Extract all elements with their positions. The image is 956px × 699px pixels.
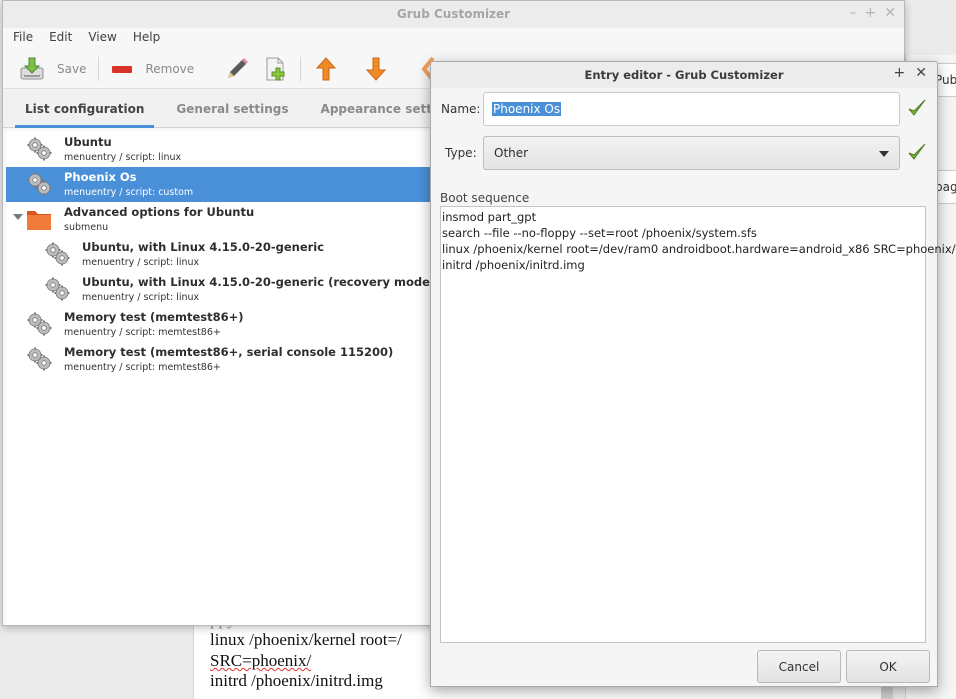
remove-icon bbox=[112, 65, 133, 73]
edit-button[interactable] bbox=[218, 53, 256, 85]
entry-name: Ubuntu bbox=[64, 135, 112, 149]
name-value: Phoenix Os bbox=[492, 102, 562, 116]
menu-edit[interactable]: Edit bbox=[41, 28, 80, 49]
entry-name: Memory test (memtest86+) bbox=[64, 310, 244, 324]
window-title: Grub Customizer bbox=[396, 7, 511, 21]
create-entry-button[interactable] bbox=[256, 53, 294, 85]
maximize-icon[interactable]: + bbox=[894, 65, 906, 81]
entry-subtitle: menuentry / script: memtest86+ bbox=[64, 362, 221, 373]
entry-subtitle: menuentry / script: linux bbox=[82, 292, 200, 303]
entry-row[interactable]: Phoenix Os menuentry / script: custom bbox=[6, 167, 436, 202]
folder-icon bbox=[26, 206, 52, 232]
background-doc-line: linux /phoenix/kernel root=/ bbox=[210, 630, 402, 649]
move-down-button[interactable] bbox=[357, 53, 395, 85]
entry-subtitle: submenu bbox=[64, 222, 109, 233]
entry-name: Memory test (memtest86+, serial console … bbox=[64, 345, 394, 359]
arrow-down-icon bbox=[366, 57, 387, 81]
type-select[interactable]: Other bbox=[483, 136, 900, 170]
save-label: Save bbox=[57, 61, 87, 76]
entry-name: Phoenix Os bbox=[64, 170, 137, 184]
tab-list-configuration[interactable]: List configuration bbox=[15, 89, 155, 128]
entry-row[interactable]: Ubuntu, with Linux 4.15.0-20-generic (re… bbox=[6, 272, 436, 307]
remove-button[interactable]: Remove bbox=[105, 53, 200, 85]
ok-button[interactable]: OK bbox=[846, 650, 930, 683]
boot-line: linux /phoenix/kernel root=/dev/ram0 and… bbox=[442, 242, 956, 256]
menubar: File Edit View Help bbox=[3, 28, 904, 49]
main-titlebar: Grub Customizer – + ✕ bbox=[3, 1, 904, 28]
type-value: Other bbox=[494, 146, 529, 160]
cancel-button[interactable]: Cancel bbox=[757, 650, 841, 683]
entry-row[interactable]: Ubuntu menuentry / script: linux bbox=[6, 132, 436, 167]
dialog-titlebar: Entry editor - Grub Customizer + ✕ bbox=[431, 62, 937, 88]
entry-editor-dialog: Entry editor - Grub Customizer + ✕ Name:… bbox=[430, 61, 956, 687]
chevron-down-icon bbox=[879, 151, 889, 157]
type-label: Type: bbox=[445, 146, 477, 160]
new-document-icon bbox=[266, 57, 285, 80]
menu-view[interactable]: View bbox=[80, 28, 124, 49]
expander-icon[interactable] bbox=[13, 214, 23, 220]
entry-name: Ubuntu, with Linux 4.15.0-20-generic bbox=[82, 240, 325, 254]
entry-subtitle: menuentry / script: memtest86+ bbox=[64, 327, 221, 338]
background-doc-line: initrd /phoenix/initrd.img bbox=[210, 671, 383, 690]
remove-label: Remove bbox=[145, 61, 195, 76]
entry-name: Ubuntu, with Linux 4.15.0-20-generic (re… bbox=[82, 275, 436, 289]
name-label: Name: bbox=[441, 102, 481, 116]
entry-subtitle: menuentry / script: custom bbox=[64, 187, 194, 198]
entry-subtitle: menuentry / script: linux bbox=[82, 257, 200, 268]
arrow-up-icon bbox=[316, 56, 337, 80]
background-doc-line: SRC=phoenix/ bbox=[210, 651, 312, 670]
menu-file[interactable]: File bbox=[5, 28, 41, 49]
entry-row[interactable]: Memory test (memtest86+, serial console … bbox=[6, 342, 436, 377]
boot-line: search --file --no-floppy --set=root /ph… bbox=[442, 226, 757, 240]
move-up-button[interactable] bbox=[307, 53, 345, 85]
close-icon[interactable]: ✕ bbox=[884, 5, 896, 21]
minimize-icon[interactable]: – bbox=[850, 5, 857, 21]
maximize-icon[interactable]: + bbox=[865, 5, 877, 21]
entry-row[interactable]: Advanced options for Ubuntu submenu bbox=[6, 202, 436, 237]
name-input[interactable]: Phoenix Os bbox=[483, 92, 900, 126]
boot-line: insmod part_gpt bbox=[442, 210, 537, 224]
menu-help[interactable]: Help bbox=[125, 28, 168, 49]
gear-icon bbox=[44, 241, 70, 267]
entry-row[interactable]: Ubuntu, with Linux 4.15.0-20-generic menu… bbox=[6, 237, 436, 272]
boot-line: initrd /phoenix/initrd.img bbox=[442, 258, 585, 272]
gear-icon bbox=[44, 276, 70, 302]
boot-sequence-textarea[interactable]: insmod part_gpt search --file --no-flopp… bbox=[440, 206, 956, 643]
close-icon[interactable]: ✕ bbox=[915, 65, 927, 81]
save-icon bbox=[20, 57, 44, 79]
dialog-title: Entry editor - Grub Customizer bbox=[584, 68, 784, 82]
entry-name: Advanced options for Ubuntu bbox=[64, 205, 255, 219]
gear-icon bbox=[26, 346, 52, 372]
pencil-icon bbox=[228, 57, 249, 78]
entry-subtitle: menuentry / script: linux bbox=[64, 152, 182, 163]
valid-check-icon bbox=[908, 99, 926, 116]
gear-icon bbox=[26, 311, 52, 337]
gear-icon bbox=[26, 136, 52, 162]
toolbar-separator bbox=[300, 56, 302, 81]
toolbar-separator bbox=[98, 56, 100, 81]
boot-sequence-label: Boot sequence bbox=[440, 191, 530, 205]
entry-list: Ubuntu menuentry / script: linux Phoenix O… bbox=[6, 131, 436, 625]
tab-general-settings[interactable]: General settings bbox=[166, 89, 298, 128]
save-button[interactable]: Save bbox=[13, 53, 92, 85]
entry-row[interactable]: Memory test (memtest86+) menuentry / scri… bbox=[6, 307, 436, 342]
gear-icon bbox=[26, 171, 52, 197]
valid-check-icon bbox=[908, 143, 926, 160]
